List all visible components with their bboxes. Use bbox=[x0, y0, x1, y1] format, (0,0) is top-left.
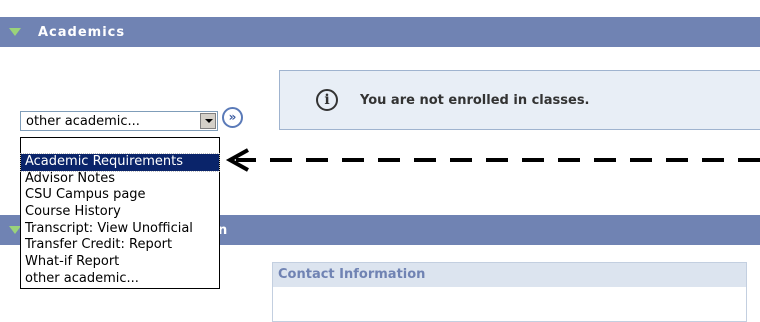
dashed-pointer-arrow bbox=[225, 148, 760, 172]
